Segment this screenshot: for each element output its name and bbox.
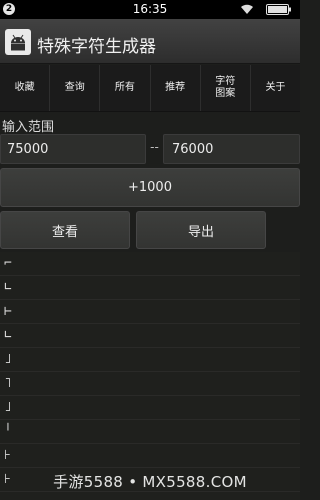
tab-label: 所有 bbox=[114, 82, 135, 93]
list-item[interactable]: ╵ bbox=[0, 420, 300, 444]
tab-label: 推荐 bbox=[165, 82, 186, 93]
tab-label: 字符 图案 bbox=[215, 76, 236, 99]
status-bar: 2 16:35 bbox=[0, 0, 300, 19]
tab-all[interactable]: 所有 bbox=[100, 65, 151, 111]
range-from-input[interactable]: 75000 bbox=[0, 134, 146, 164]
status-time: 16:35 bbox=[132, 2, 168, 16]
character-glyph: ˩ bbox=[4, 400, 12, 415]
watermark: 手游5588 • MX5588.COM bbox=[53, 473, 247, 491]
character-glyph: ⌐ bbox=[4, 256, 12, 271]
list-item[interactable]: ˩ bbox=[0, 348, 300, 372]
character-glyph: ⊢ bbox=[4, 304, 12, 319]
list-item[interactable]: ∟ bbox=[0, 324, 300, 348]
list-item[interactable]: ⌐ bbox=[0, 252, 300, 276]
tab-label: 关于 bbox=[265, 82, 286, 93]
tab-favorites[interactable]: 收藏 bbox=[0, 65, 51, 111]
wifi-icon bbox=[241, 4, 253, 14]
character-glyph: ⊦ bbox=[4, 448, 11, 463]
page-title: 特殊字符生成器 bbox=[37, 37, 156, 57]
app-title-bar: 特殊字符生成器 bbox=[0, 19, 300, 64]
list-item[interactable]: ˥ bbox=[0, 372, 300, 396]
view-button[interactable]: 查看 bbox=[0, 211, 130, 249]
export-button[interactable]: 导出 bbox=[136, 211, 266, 249]
character-glyph: ˥ bbox=[4, 376, 12, 391]
character-results-list: ⌐ ∟ ⊢ ∟ ˩ ˥ ˩ ╵ ⊦ ⊦ bbox=[0, 252, 300, 500]
range-label: 输入范围 bbox=[2, 120, 55, 135]
tab-label: 收藏 bbox=[14, 82, 35, 93]
range-separator: -- bbox=[150, 140, 159, 154]
character-glyph: ˩ bbox=[4, 352, 12, 367]
battery-icon bbox=[266, 4, 291, 15]
tab-char-patterns[interactable]: 字符 图案 bbox=[201, 65, 251, 111]
character-glyph: ∟ bbox=[4, 280, 12, 295]
range-to-input[interactable]: 76000 bbox=[163, 134, 300, 164]
list-item[interactable]: ˩ bbox=[0, 396, 300, 420]
list-item[interactable]: ⊢ bbox=[0, 300, 300, 324]
plus-1000-button[interactable]: +1000 bbox=[0, 168, 300, 207]
character-glyph: ╵ bbox=[4, 424, 12, 439]
tab-search[interactable]: 查询 bbox=[50, 65, 101, 111]
tab-recommended[interactable]: 推荐 bbox=[151, 65, 201, 111]
tab-label: 查询 bbox=[64, 82, 85, 93]
tab-bar: 收藏 查询 所有 推荐 字符 图案 关于 bbox=[0, 65, 300, 112]
tab-about[interactable]: 关于 bbox=[251, 65, 300, 111]
list-item[interactable]: ∟ bbox=[0, 276, 300, 300]
android-app-icon bbox=[5, 29, 31, 55]
character-glyph: ∟ bbox=[4, 328, 12, 343]
